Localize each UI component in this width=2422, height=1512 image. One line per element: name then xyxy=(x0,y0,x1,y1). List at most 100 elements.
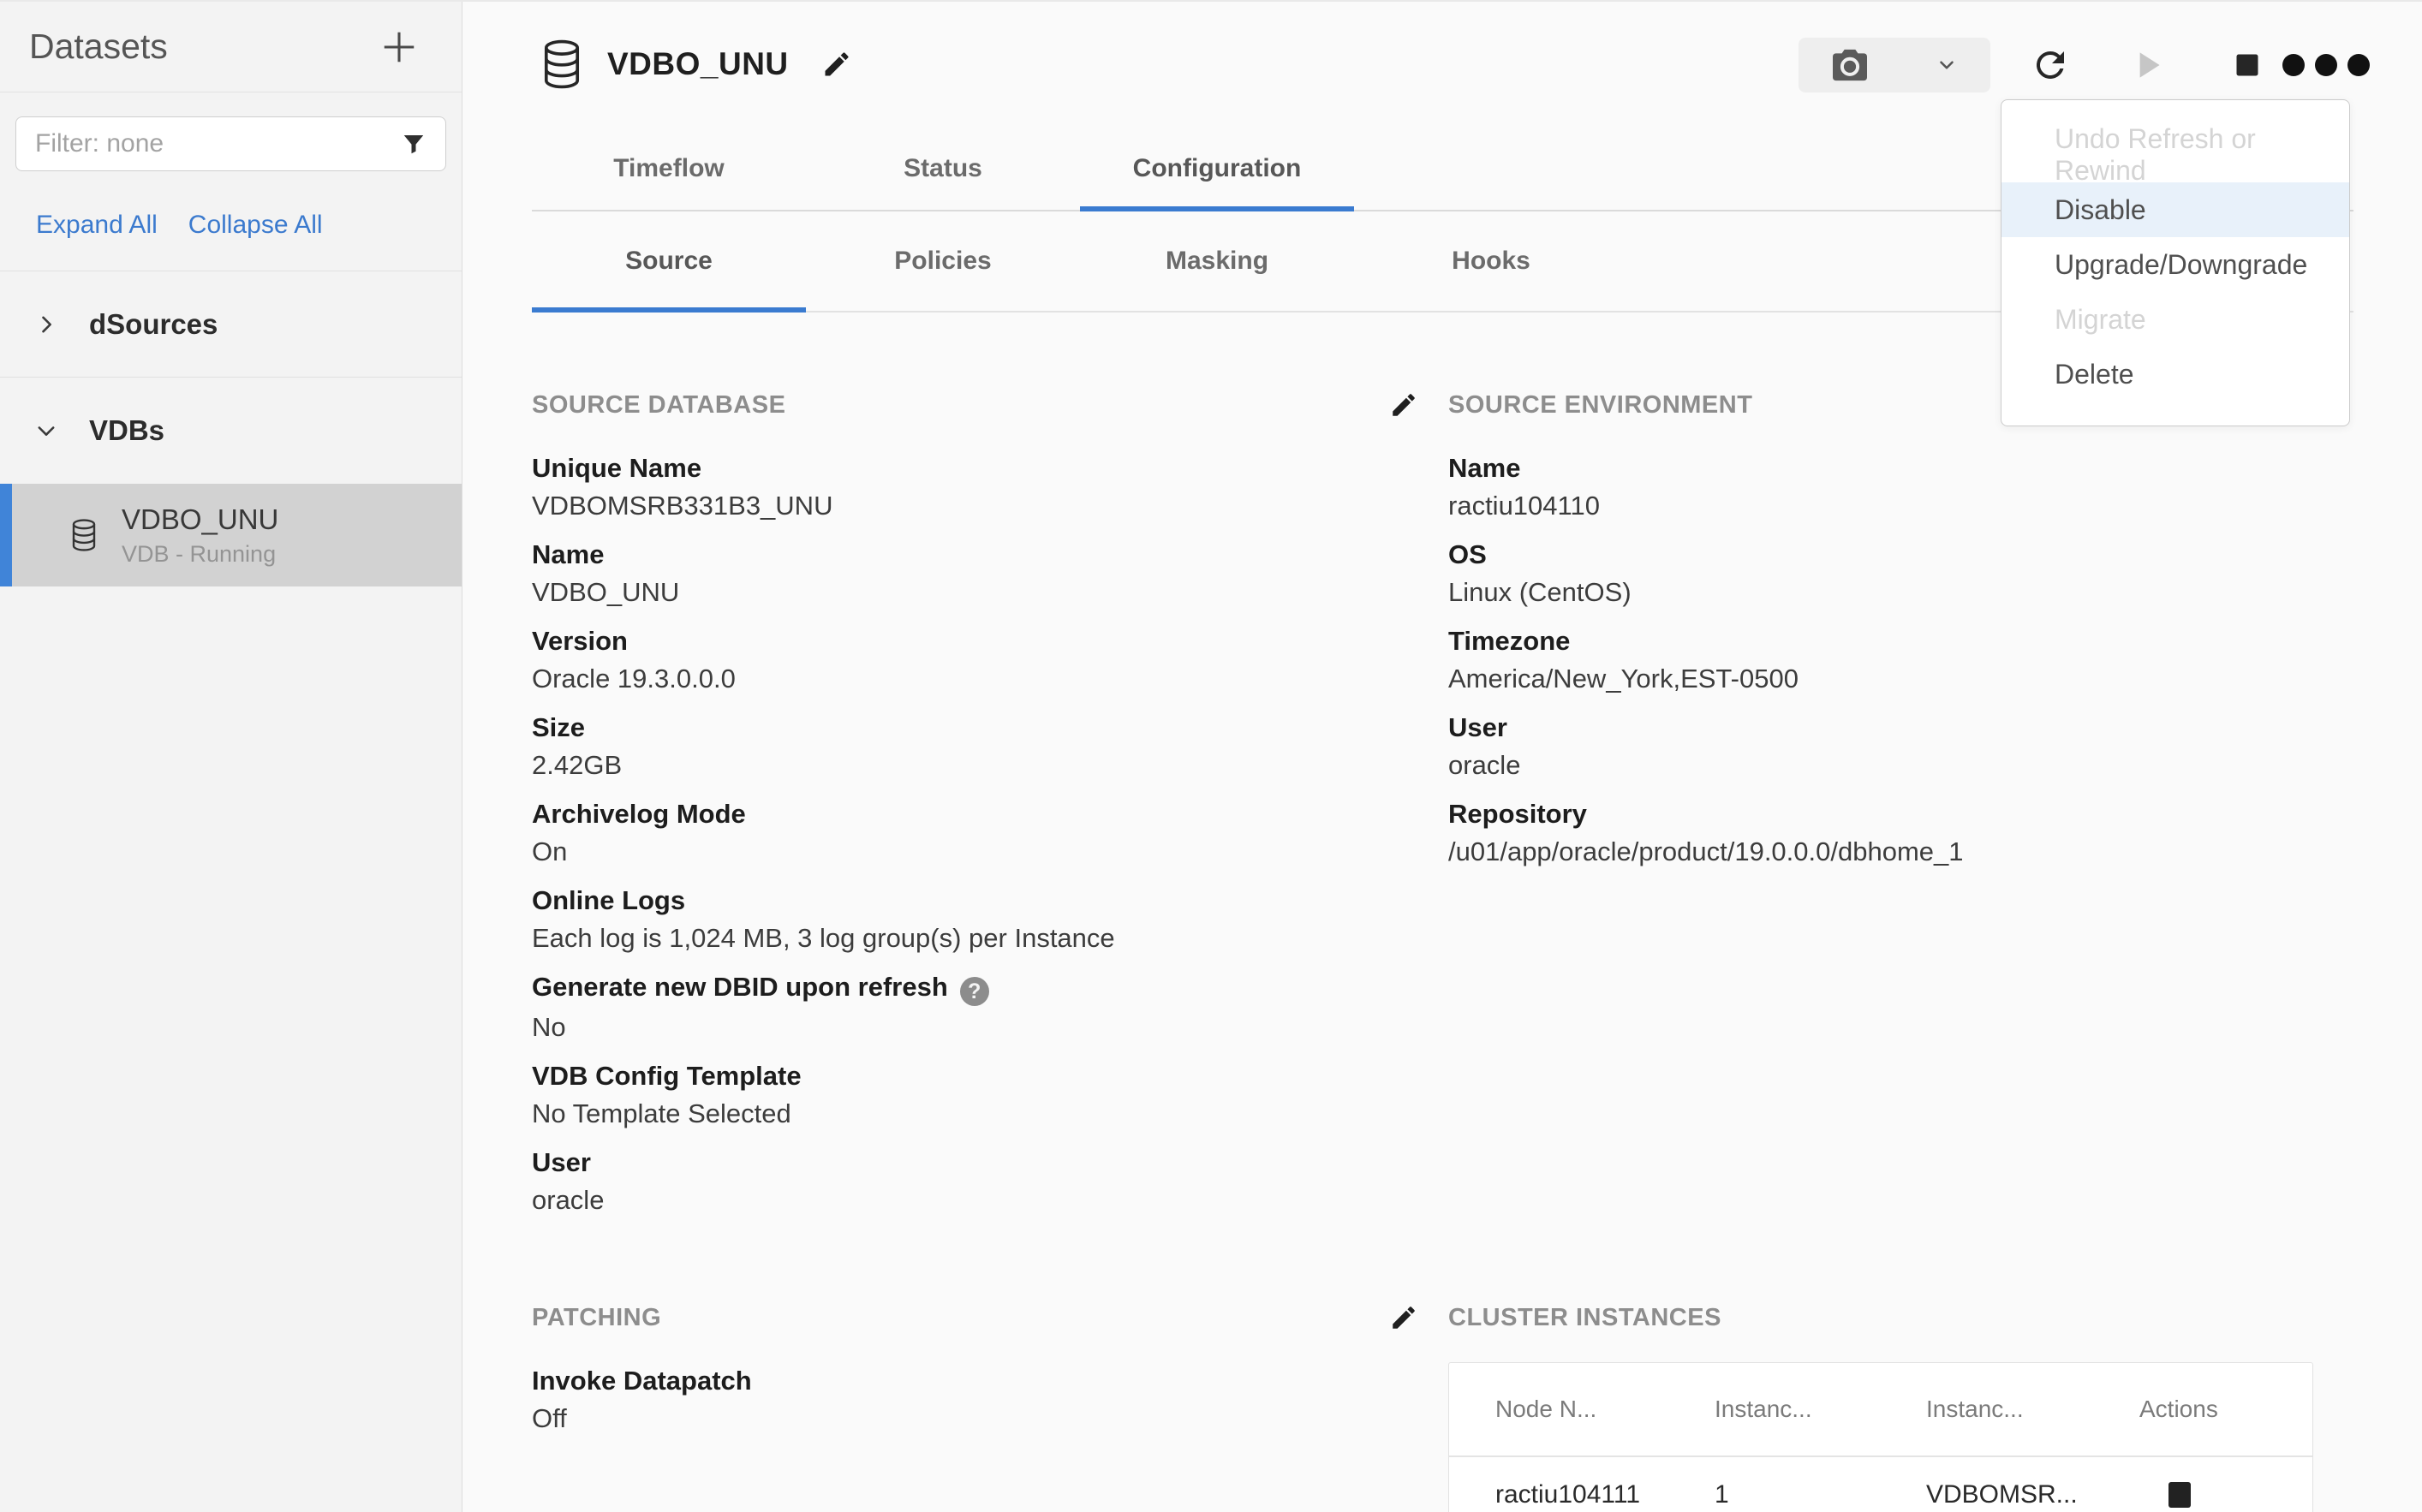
filter-funnel-icon[interactable] xyxy=(401,131,427,157)
field-label: Name xyxy=(532,538,1448,571)
cluster-instances-table: Node N... Instanc... Instanc... Actions … xyxy=(1448,1362,2313,1512)
subtab-hooks[interactable]: Hooks xyxy=(1354,211,1628,311)
field-os: OS Linux (CentOS) xyxy=(1448,538,2353,609)
section-title: SOURCE DATABASE xyxy=(532,391,785,420)
section-header: PATCHING xyxy=(532,1301,1448,1335)
edit-patching-pencil-icon[interactable] xyxy=(1389,1303,1418,1332)
field-label: User xyxy=(532,1146,1448,1179)
table-header-row: Node N... Instanc... Instanc... Actions xyxy=(1449,1363,2312,1457)
section-title: SOURCE ENVIRONMENT xyxy=(1448,391,1752,420)
sidebar-header: Datasets xyxy=(0,2,462,92)
column-header-instance-name: Instanc... xyxy=(1926,1396,2139,1423)
snapshot-options-button[interactable] xyxy=(1936,54,1958,76)
tab-configuration[interactable]: Configuration xyxy=(1080,127,1354,210)
database-icon xyxy=(542,39,582,89)
field-timezone: Timezone America/New_York,EST-0500 xyxy=(1448,624,2353,695)
more-actions-button[interactable] xyxy=(2282,54,2370,76)
expand-all-link[interactable]: Expand All xyxy=(36,209,158,241)
edit-source-database-pencil-icon[interactable] xyxy=(1389,390,1418,420)
refresh-button[interactable] xyxy=(2030,45,2071,86)
column-header-node-name: Node N... xyxy=(1495,1396,1715,1423)
menu-item-delete[interactable]: Delete xyxy=(2001,347,2349,402)
menu-item-undo-refresh-or-rewind: Undo Refresh or Rewind xyxy=(2001,128,2349,182)
field-online-logs: Online Logs Each log is 1,024 MB, 3 log … xyxy=(532,884,1448,955)
tab-status[interactable]: Status xyxy=(806,127,1080,210)
table-row: ractiu104111 1 VDBOMSR... xyxy=(1449,1457,2312,1512)
refresh-icon xyxy=(2030,45,2071,86)
field-value: On xyxy=(532,835,1448,868)
plus-icon xyxy=(379,27,419,67)
stop-button[interactable] xyxy=(2230,48,2264,82)
field-generate-dbid: Generate new DBID upon refresh? No xyxy=(532,970,1448,1044)
field-value: /u01/app/oracle/product/19.0.0.0/dbhome_… xyxy=(1448,835,2353,868)
field-label: OS xyxy=(1448,538,2353,571)
field-repository: Repository /u01/app/oracle/product/19.0.… xyxy=(1448,797,2353,868)
field-archivelog-mode: Archivelog Mode On xyxy=(532,797,1448,868)
sidebar-item-text: VDBO_UNU VDB - Running xyxy=(122,503,278,568)
collapse-all-link[interactable]: Collapse All xyxy=(188,209,323,241)
field-value: 2.42GB xyxy=(532,748,1448,782)
edit-title-pencil-icon[interactable] xyxy=(821,49,852,80)
field-label: Online Logs xyxy=(532,884,1448,917)
chevron-down-icon xyxy=(34,419,58,443)
sidebar-group-dsources[interactable]: dSources xyxy=(0,271,462,378)
subtab-masking[interactable]: Masking xyxy=(1080,211,1354,311)
filter-input[interactable] xyxy=(35,129,401,158)
add-dataset-button[interactable] xyxy=(379,27,419,67)
datasets-sidebar: Datasets Expand All Collapse All dSource… xyxy=(0,2,462,1512)
patching-section: PATCHING Invoke Datapatch Off xyxy=(532,1301,1448,1512)
page-title: VDBO_UNU xyxy=(607,46,789,82)
field-label-text: Generate new DBID upon refresh xyxy=(532,972,948,1002)
field-unique-name: Unique Name VDBOMSRB331B3_UNU xyxy=(532,451,1448,522)
column-header-actions: Actions xyxy=(2139,1396,2312,1423)
dataset-filter[interactable] xyxy=(15,116,446,171)
field-name: Name VDBO_UNU xyxy=(532,538,1448,609)
help-icon[interactable]: ? xyxy=(960,977,989,1006)
field-value: Linux (CentOS) xyxy=(1448,575,2353,609)
section-header: SOURCE DATABASE xyxy=(532,388,1448,422)
field-vdb-config-template: VDB Config Template No Template Selected xyxy=(532,1059,1448,1130)
field-version: Version Oracle 19.3.0.0.0 xyxy=(532,624,1448,695)
section-title: PATCHING xyxy=(532,1304,661,1332)
field-size: Size 2.42GB xyxy=(532,711,1448,782)
sidebar-item-vdbo-unu[interactable]: VDBO_UNU VDB - Running xyxy=(0,484,462,586)
field-env-name: Name ractiu104110 xyxy=(1448,451,2353,522)
field-label: Invoke Datapatch xyxy=(532,1364,1448,1397)
field-label: Generate new DBID upon refresh? xyxy=(532,970,1448,1006)
play-icon xyxy=(2126,44,2168,86)
stop-icon xyxy=(2230,48,2264,82)
camera-icon xyxy=(1831,48,1869,82)
field-list: Invoke Datapatch Off xyxy=(532,1364,1448,1435)
cluster-instances-section: CLUSTER INSTANCES Node N... Instanc... I… xyxy=(1448,1301,2353,1512)
field-value: ractiu104110 xyxy=(1448,489,2353,522)
stop-instance-icon[interactable] xyxy=(2168,1482,2191,1508)
chevron-down-icon xyxy=(1936,54,1958,76)
database-icon xyxy=(70,518,98,552)
field-value: oracle xyxy=(532,1183,1448,1217)
section-header: CLUSTER INSTANCES xyxy=(1448,1301,2353,1335)
tree-controls: Expand All Collapse All xyxy=(36,209,462,241)
sidebar-group-vdbs[interactable]: VDBs xyxy=(0,378,462,484)
field-label: Timezone xyxy=(1448,624,2353,658)
cell-node-name: ractiu104111 xyxy=(1495,1480,1715,1509)
sidebar-group-label: dSources xyxy=(89,308,218,341)
field-label: Unique Name xyxy=(532,451,1448,485)
field-invoke-datapatch: Invoke Datapatch Off xyxy=(532,1364,1448,1435)
more-actions-menu: Undo Refresh or Rewind Disable Upgrade/D… xyxy=(2001,99,2350,426)
field-value: No xyxy=(532,1010,1448,1044)
sidebar-group-label: VDBs xyxy=(89,414,164,447)
subtab-source[interactable]: Source xyxy=(532,211,806,311)
field-label: Version xyxy=(532,624,1448,658)
menu-item-upgrade-downgrade[interactable]: Upgrade/Downgrade xyxy=(2001,237,2349,292)
field-label: VDB Config Template xyxy=(532,1059,1448,1092)
sidebar-item-status: VDB - Running xyxy=(122,541,278,568)
field-label: Repository xyxy=(1448,797,2353,830)
menu-item-disable[interactable]: Disable xyxy=(2001,182,2349,237)
field-label: Name xyxy=(1448,451,2353,485)
subtab-policies[interactable]: Policies xyxy=(806,211,1080,311)
chevron-right-icon xyxy=(34,313,58,336)
field-value: Off xyxy=(532,1402,1448,1435)
snapshot-button[interactable] xyxy=(1831,48,1869,82)
field-label: Size xyxy=(532,711,1448,744)
tab-timeflow[interactable]: Timeflow xyxy=(532,127,806,210)
